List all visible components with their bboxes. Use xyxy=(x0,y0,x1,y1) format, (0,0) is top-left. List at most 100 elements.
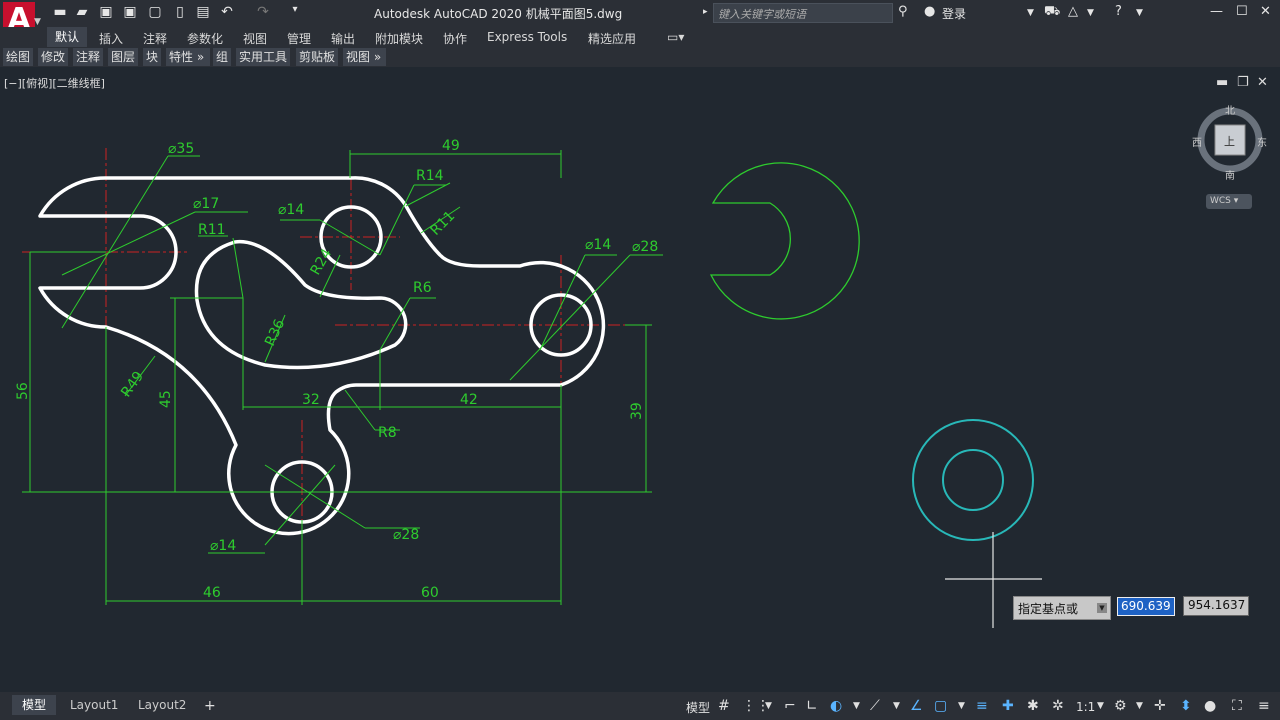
viewport-close-icon[interactable]: ✕ xyxy=(1257,75,1268,90)
units-icon[interactable]: ⬍ xyxy=(1180,698,1192,714)
customize-qat-icon[interactable]: ▾ xyxy=(285,4,305,22)
wcs-menu[interactable]: WCS ▾ xyxy=(1206,194,1252,209)
dim-text: R8 xyxy=(378,425,397,441)
scale-dropdown-icon[interactable]: ▼ xyxy=(1097,701,1104,711)
panel-properties-label: 特性 xyxy=(169,50,194,64)
undo-icon[interactable]: ↶ xyxy=(217,4,237,22)
ribbon-tabs: 默认 插入 注释 参数化 视图 管理 输出 附加模块 协作 Express To… xyxy=(0,27,1280,47)
workspace-gear-icon[interactable]: ⚙ xyxy=(1114,698,1127,714)
dim-text: R11 xyxy=(198,222,226,238)
save-as-icon[interactable]: ▣ xyxy=(120,4,140,22)
compass-north[interactable]: 北 xyxy=(1225,102,1235,117)
tab-collaborate[interactable]: 协作 xyxy=(443,30,467,47)
dim-text: 60 xyxy=(421,585,439,601)
snap-dropdown-icon[interactable]: ▼ xyxy=(765,701,772,711)
a360-dropdown-icon[interactable]: ▼ xyxy=(1087,8,1094,18)
cart-icon[interactable]: ⛟ xyxy=(1044,4,1060,21)
object-snap-tracking-icon[interactable]: ∠ xyxy=(910,698,923,714)
object-snap-dropdown-icon[interactable]: ▼ xyxy=(958,701,965,711)
prompt-text: 指定基点或 xyxy=(1018,602,1079,616)
login-button[interactable]: 登录 xyxy=(942,5,966,22)
tab-view[interactable]: 视图 xyxy=(243,30,267,47)
help-dropdown-icon[interactable]: ▼ xyxy=(1136,8,1143,18)
panel-annotation[interactable]: 注释 xyxy=(73,48,105,66)
tab-layout2[interactable]: Layout2 xyxy=(128,695,196,715)
help-icon[interactable]: ? xyxy=(1115,4,1122,19)
compass-south[interactable]: 南 xyxy=(1225,167,1235,182)
selection-cycling-icon[interactable]: ✚ xyxy=(1002,698,1014,714)
isodraft-icon[interactable]: ⟋ xyxy=(870,698,880,714)
tab-model[interactable]: 模型 xyxy=(12,695,57,715)
user-icon[interactable]: ● xyxy=(924,4,935,19)
viewcube-face-top[interactable]: 上 xyxy=(1224,133,1235,149)
panel-properties[interactable]: 特性 » xyxy=(166,48,211,66)
viewport-controls[interactable]: [−][俯视][二维线框] xyxy=(4,75,105,91)
panel-modify[interactable]: 修改 xyxy=(38,48,70,66)
tab-layout1[interactable]: Layout1 xyxy=(60,695,128,715)
compass-west[interactable]: 西 xyxy=(1192,134,1202,149)
annotation-scale[interactable]: 1:1 xyxy=(1076,700,1095,714)
tab-express-tools[interactable]: Express Tools xyxy=(487,30,567,44)
panel-group[interactable]: 组 xyxy=(213,48,233,66)
annotation-monitor-icon[interactable]: ✛ xyxy=(1154,698,1166,714)
object-snap-icon[interactable]: ▢ xyxy=(934,698,947,714)
tab-insert[interactable]: 插入 xyxy=(99,30,123,47)
panel-draw[interactable]: 绘图 xyxy=(3,48,35,66)
workspace-dropdown-icon[interactable]: ▼ xyxy=(1136,701,1143,711)
dynamic-input-prompt: 指定基点或 ▼ xyxy=(1013,596,1111,620)
polar-tracking-icon[interactable]: ◐ xyxy=(830,698,842,714)
annotation-visibility-icon[interactable]: ✱ xyxy=(1027,698,1039,714)
save-icon[interactable]: ▣ xyxy=(96,4,116,22)
polar-dropdown-icon[interactable]: ▼ xyxy=(853,701,860,711)
prompt-options-icon[interactable]: ▼ xyxy=(1097,603,1107,613)
a360-icon[interactable]: △ xyxy=(1068,4,1078,19)
dim-text: 49 xyxy=(442,138,460,154)
customization-icon[interactable]: ≡ xyxy=(1258,698,1270,714)
search-input[interactable]: 键入关键字或短语 xyxy=(713,3,893,23)
panel-utilities[interactable]: 实用工具 xyxy=(236,48,292,66)
ribbon-panels: 绘图 修改 注释 图层 块 特性 » 组 实用工具 剪贴板 视图 » xyxy=(0,47,1280,67)
panel-view[interactable]: 视图 » xyxy=(343,48,387,66)
model-space-button[interactable]: 模型 xyxy=(686,699,710,716)
redo-icon[interactable]: ↷ xyxy=(253,4,273,22)
save-web-icon[interactable]: ▯ xyxy=(170,4,190,22)
auto-scale-icon[interactable]: ✲ xyxy=(1052,698,1064,714)
clean-screen-icon[interactable]: ⛶ xyxy=(1232,698,1242,714)
viewport-minimize-icon[interactable]: ▬ xyxy=(1216,75,1228,90)
dim-text: R6 xyxy=(413,280,432,296)
open-folder-icon[interactable]: ▰ xyxy=(72,4,92,22)
grid-icon[interactable]: # xyxy=(718,698,730,714)
ribbon-options-icon[interactable]: ▭▾ xyxy=(667,30,684,44)
isodraft-dropdown-icon[interactable]: ▼ xyxy=(893,701,900,711)
add-layout-icon[interactable]: + xyxy=(204,698,216,714)
login-dropdown-icon[interactable]: ▼ xyxy=(1027,8,1034,18)
infer-constraints-icon[interactable]: ⌐ xyxy=(784,698,796,714)
binoculars-icon[interactable]: ⚲ xyxy=(898,4,908,19)
tab-manage[interactable]: 管理 xyxy=(287,30,311,47)
maximize-icon[interactable]: ☐ xyxy=(1236,4,1248,19)
close-icon[interactable]: ✕ xyxy=(1260,4,1271,19)
lineweight-icon[interactable]: ≡ xyxy=(976,698,988,714)
new-file-icon[interactable]: ▬ xyxy=(50,4,70,22)
viewport-restore-icon[interactable]: ❐ xyxy=(1237,75,1249,90)
isolate-objects-icon[interactable]: ● xyxy=(1204,698,1216,714)
minimize-icon[interactable]: — xyxy=(1210,4,1223,19)
window-title: Autodesk AutoCAD 2020 机械平面图5.dwg xyxy=(374,7,623,21)
tab-output[interactable]: 输出 xyxy=(331,30,355,47)
expand-search-icon[interactable]: ▸ xyxy=(703,7,708,17)
coordinate-x-input[interactable]: 690.639 xyxy=(1117,597,1175,616)
tab-default[interactable]: 默认 xyxy=(47,27,88,47)
tab-addins[interactable]: 附加模块 xyxy=(375,30,423,47)
open-web-icon[interactable]: ▢ xyxy=(145,4,165,22)
panel-layers[interactable]: 图层 xyxy=(108,48,140,66)
coordinate-y-input[interactable]: 954.1637 xyxy=(1183,596,1249,616)
panel-block[interactable]: 块 xyxy=(143,48,163,66)
plot-icon[interactable]: ▤ xyxy=(193,4,213,22)
dim-text: ⌀14 xyxy=(585,237,611,253)
tab-parametric[interactable]: 参数化 xyxy=(187,30,223,47)
tab-annotate[interactable]: 注释 xyxy=(143,30,167,47)
compass-east[interactable]: 东 xyxy=(1257,134,1267,149)
tab-featured-apps[interactable]: 精选应用 xyxy=(588,30,636,47)
panel-clipboard[interactable]: 剪贴板 xyxy=(296,48,340,66)
ortho-icon[interactable]: ∟ xyxy=(806,698,818,714)
